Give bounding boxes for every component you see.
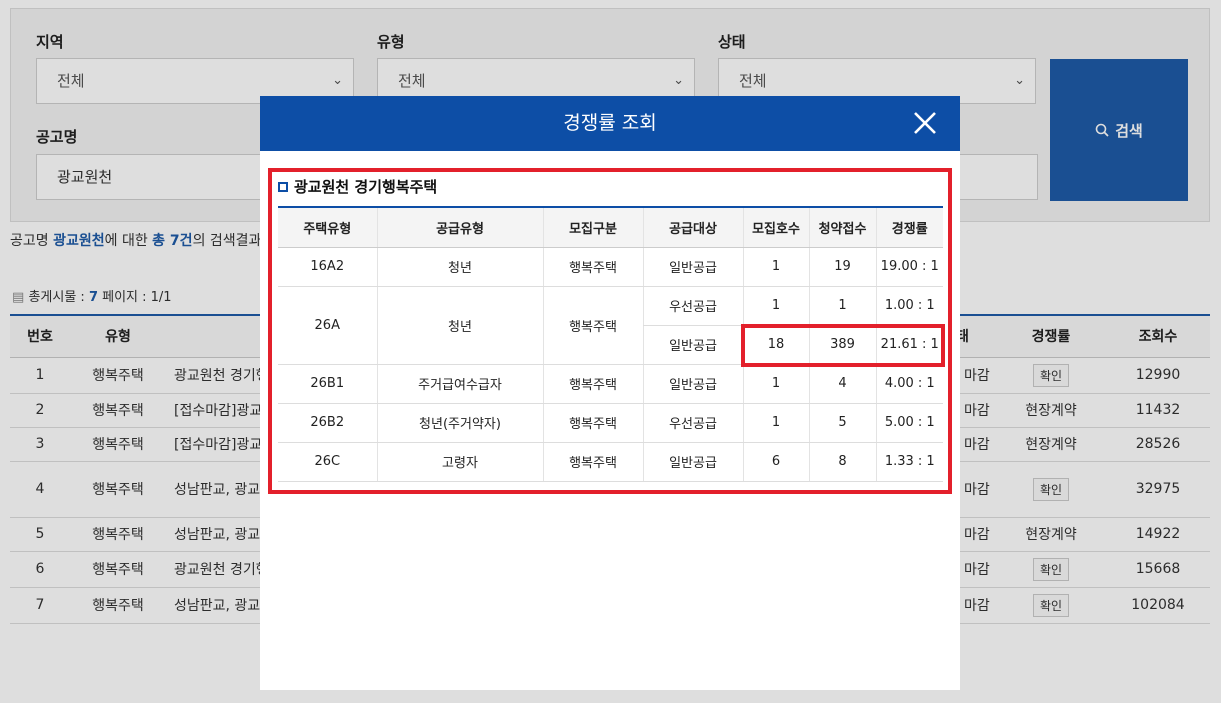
- close-icon[interactable]: [912, 110, 938, 136]
- modal-header: 경쟁률 조회: [260, 96, 960, 151]
- row-highlight-box: [741, 324, 945, 367]
- modal-title: 경쟁률 조회: [563, 112, 657, 134]
- competition-rate-modal: 경쟁률 조회 광교원천 경기행복주택 주택유형 공급유형 모집구분 공급대상 모…: [260, 96, 960, 690]
